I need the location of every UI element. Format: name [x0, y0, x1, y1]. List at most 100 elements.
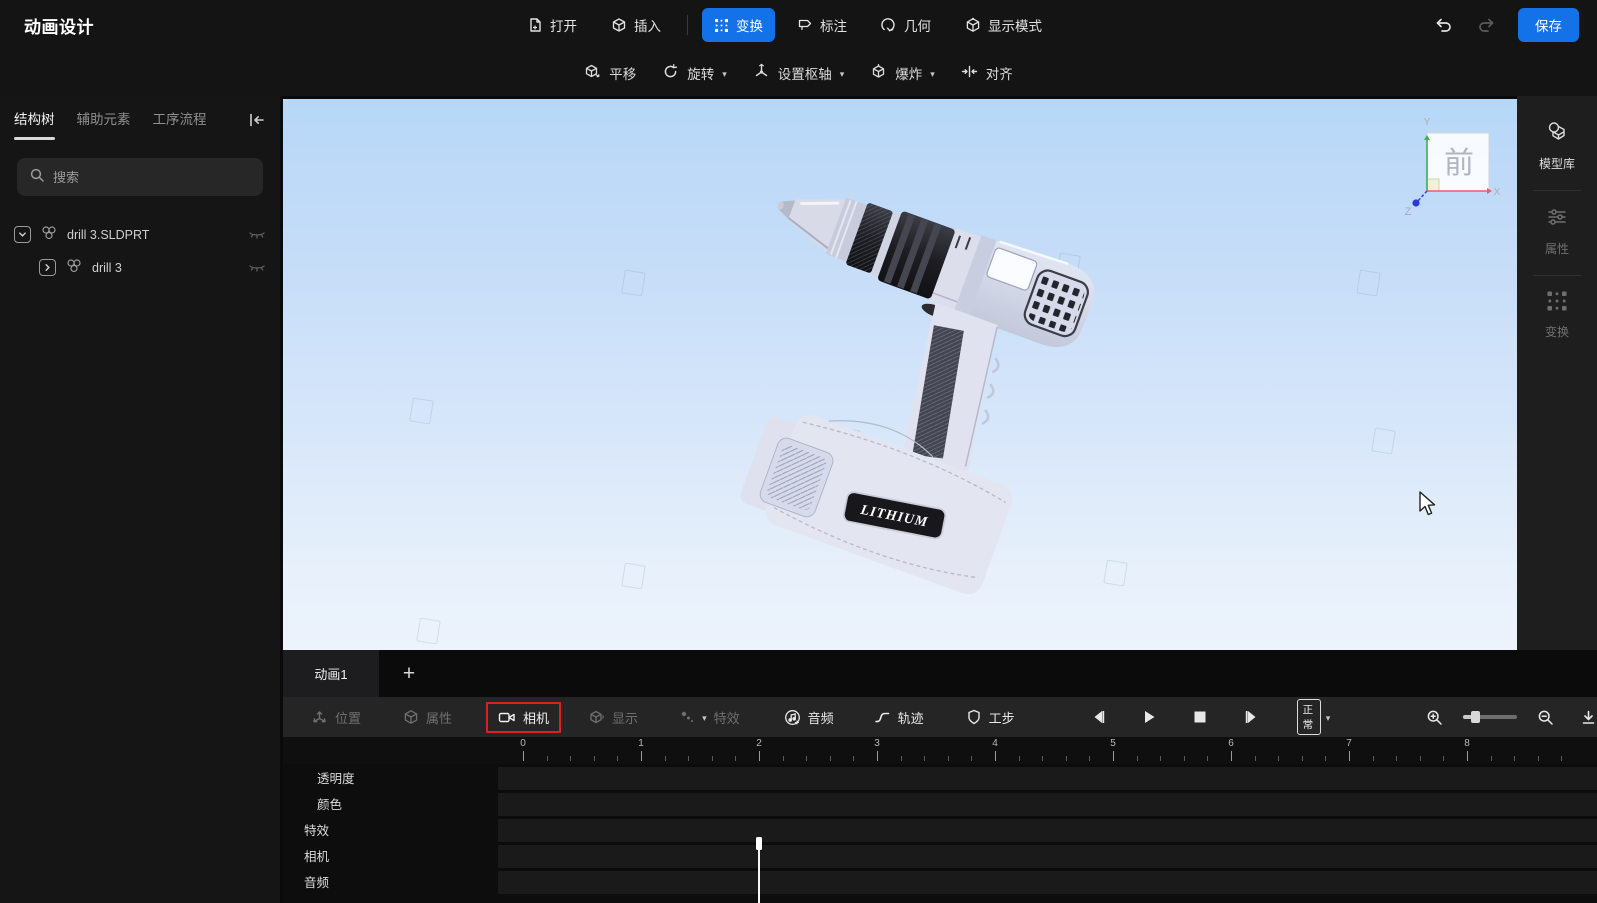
position-track-button[interactable]: 位置 — [311, 708, 361, 727]
ruler-tick — [1160, 756, 1161, 761]
pan-button[interactable]: 平移 — [584, 63, 636, 83]
ruler-tick — [1089, 756, 1090, 761]
gizmo-face-label: 前 — [1444, 147, 1474, 180]
display-track-button[interactable]: 显示 — [589, 708, 638, 727]
chevron-down-icon[interactable] — [14, 226, 31, 243]
slider-handle[interactable] — [1471, 711, 1480, 723]
left-panel-tabs: 结构树 辅助元素 工序流程 — [0, 96, 280, 144]
tab-process-flow[interactable]: 工序流程 — [153, 108, 207, 132]
set-pivot-button[interactable]: 设置枢轴 — [753, 63, 845, 83]
ruler-label: 5 — [1110, 738, 1116, 749]
sliders-icon — [1545, 205, 1569, 234]
eye-closed-icon[interactable] — [248, 229, 266, 241]
tree-item-root[interactable]: drill 3.SLDPRT — [0, 218, 280, 251]
timeline-toolbar: 位置 属性 相机 显示 — [283, 697, 1597, 737]
track-label[interactable]: 透明度 — [283, 764, 498, 790]
camera-track-button[interactable]: 相机 — [486, 702, 561, 733]
track-strip[interactable] — [498, 842, 1597, 868]
ruler-scale[interactable]: 012345678 — [498, 737, 1597, 764]
chevron-right-icon[interactable] — [39, 259, 56, 276]
undo-icon[interactable] — [1434, 15, 1454, 35]
track-strip[interactable] — [498, 868, 1597, 894]
prev-frame-button[interactable] — [1091, 709, 1107, 725]
ruler-tick — [1561, 756, 1562, 761]
zoom-out-icon[interactable] — [1537, 709, 1554, 726]
geometry-button[interactable]: 几何 — [869, 8, 943, 42]
view-cube-gizmo[interactable]: 前 Y X Z — [1389, 111, 1501, 223]
rail-item-properties[interactable]: 属性 — [1517, 195, 1597, 271]
rotate-button[interactable]: 旋转 — [662, 63, 727, 83]
app-window: 动画设计 打开 插入 变换 — [0, 0, 1597, 903]
track-row-audio: 音频 — [283, 868, 1597, 894]
search-input[interactable] — [53, 170, 251, 185]
ruler-tick — [901, 756, 902, 761]
chevron-down-icon — [722, 69, 727, 80]
ruler-tick — [1231, 751, 1232, 761]
open-button[interactable]: 打开 — [515, 8, 589, 42]
track-row-camera: 相机 — [283, 842, 1597, 868]
trajectory-button[interactable]: 轨迹 — [874, 708, 924, 727]
chevron-down-icon — [840, 69, 845, 80]
work-step-button[interactable]: 工步 — [966, 708, 1015, 727]
ruler-tick — [948, 756, 949, 761]
next-frame-button[interactable] — [1243, 709, 1259, 725]
file-open-icon — [527, 17, 543, 33]
ruler-tick — [1349, 751, 1350, 761]
properties-track-button[interactable]: 属性 — [403, 708, 452, 727]
tab-structure-tree[interactable]: 结构树 — [14, 108, 55, 132]
redo-icon[interactable] — [1476, 15, 1496, 35]
track-strip[interactable] — [498, 816, 1597, 842]
explode-button[interactable]: 爆炸 — [870, 63, 935, 83]
search-box[interactable] — [17, 158, 263, 196]
playhead[interactable] — [758, 837, 760, 903]
playback-speed-select[interactable]: 正常 — [1297, 699, 1331, 735]
track-row-color: 颜色 — [283, 790, 1597, 816]
collapse-panel-icon[interactable] — [248, 112, 266, 128]
tab-auxiliary-elements[interactable]: 辅助元素 — [77, 108, 131, 132]
effects-track-button[interactable]: 特效 — [680, 708, 740, 727]
ruler-tick — [1184, 756, 1185, 761]
drill-model[interactable]: LITHIUM — [283, 99, 1517, 650]
track-strip[interactable] — [498, 790, 1597, 816]
ruler-tick — [1137, 756, 1138, 761]
audio-button[interactable]: 音频 — [784, 708, 834, 727]
track-label[interactable]: 特效 — [283, 816, 498, 842]
assembly-icon — [40, 225, 58, 244]
rail-item-model-library[interactable]: 模型库 — [1517, 110, 1597, 186]
eye-closed-icon[interactable] — [248, 262, 266, 274]
cube-insert-icon — [611, 17, 627, 33]
rail-item-transform[interactable]: 变换 — [1517, 280, 1597, 354]
tree-item-child[interactable]: drill 3 — [0, 251, 280, 284]
structure-panel: 结构树 辅助元素 工序流程 drill 3.SLDPRT — [0, 96, 280, 903]
ruler-label: 7 — [1346, 738, 1352, 749]
track-strip[interactable] — [498, 764, 1597, 790]
ruler-tick — [1207, 756, 1208, 761]
insert-button[interactable]: 插入 — [599, 8, 673, 42]
play-button[interactable] — [1141, 709, 1157, 725]
track-label[interactable]: 音频 — [283, 868, 498, 894]
ruler-tick — [830, 756, 831, 761]
track-label[interactable]: 相机 — [283, 842, 498, 868]
zoom-in-icon[interactable] — [1426, 709, 1443, 726]
structure-tree: drill 3.SLDPRT drill 3 — [0, 218, 280, 284]
align-button[interactable]: 对齐 — [961, 63, 1013, 83]
transform-button[interactable]: 变换 — [702, 8, 775, 42]
ruler-label: 6 — [1228, 738, 1234, 749]
save-button[interactable]: 保存 — [1518, 8, 1579, 42]
timeline-ruler: 012345678 — [283, 737, 1597, 764]
rail-item-label: 模型库 — [1539, 155, 1575, 172]
display-mode-button[interactable]: 显示模式 — [953, 8, 1054, 42]
track-label[interactable]: 颜色 — [283, 790, 498, 816]
annotate-button[interactable]: 标注 — [785, 8, 859, 42]
animation-tab[interactable]: 动画1 — [283, 650, 379, 697]
ruler-tick — [735, 756, 736, 761]
export-download-icon[interactable] — [1580, 709, 1597, 726]
add-animation-tab-button[interactable]: + — [379, 650, 439, 697]
arc-icon — [881, 17, 897, 33]
viewport-3d[interactable]: LITHIUM 前 Y X Z — [283, 99, 1517, 650]
ruler-tick — [1491, 756, 1492, 761]
timeline-zoom-slider[interactable] — [1463, 715, 1517, 719]
music-note-icon — [784, 709, 801, 726]
timeline-tabbar: 动画1 + — [283, 650, 1597, 697]
stop-button[interactable] — [1193, 710, 1207, 724]
